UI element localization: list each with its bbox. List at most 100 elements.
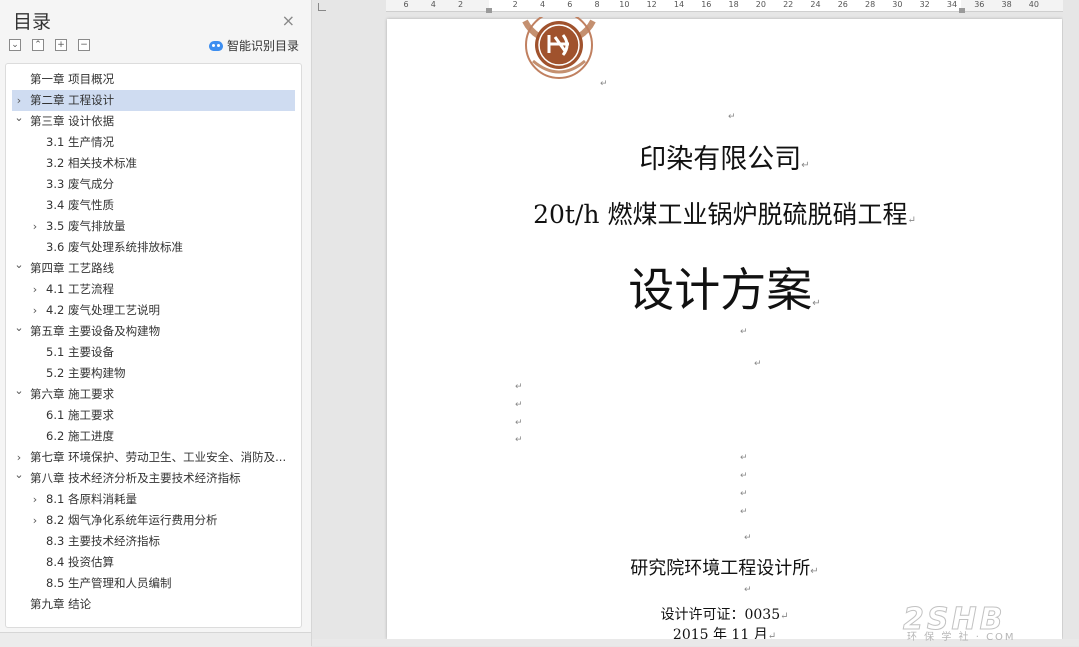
chevron-right-icon[interactable]: › — [30, 216, 40, 237]
toc-item[interactable]: › 第七章 环境保护、劳动卫生、工业安全、消防及... — [12, 447, 295, 468]
toc-item-label: 3.1 生产情况 — [46, 135, 114, 149]
project-title-line: 20t/h 燃煤工业锅炉脱硫脱硝工程↵ — [387, 195, 1062, 231]
ruler-tick-label: 2 — [458, 0, 464, 9]
license-number: 设计许可证：0035 — [660, 607, 781, 623]
toc-item-label: 第三章 设计依据 — [30, 114, 115, 128]
toc-item-label: 8.5 生产管理和人员编制 — [46, 576, 172, 590]
company-name-line: 印染有限公司↵ — [387, 137, 1062, 176]
paragraph-mark: ↵ — [744, 585, 752, 595]
ruler-tick-label: 14 — [673, 0, 685, 9]
toc-item-label: 3.6 废气处理系统排放标准 — [46, 240, 183, 254]
ruler-tick-label: 36 — [974, 0, 985, 9]
smart-recognize-icon — [208, 40, 223, 51]
toc-item[interactable]: 3.3 废气成分 — [12, 174, 295, 195]
paragraph-mark: ↵ — [780, 611, 789, 622]
ruler-text-area — [489, 0, 961, 11]
toc-item[interactable]: 8.5 生产管理和人员编制 — [12, 573, 295, 594]
ruler-tick-label: 22 — [783, 0, 794, 9]
toc-item[interactable]: 6.1 施工要求 — [12, 405, 295, 426]
toc-item[interactable]: › 8.1 各原料消耗量 — [12, 489, 295, 510]
ruler-tick-label: 28 — [865, 0, 876, 9]
toc-item[interactable]: ⌄ 第四章 工艺路线 — [12, 258, 295, 279]
chevron-down-icon[interactable]: ⌄ — [14, 111, 24, 128]
toc-item-label: 3.2 相关技术标准 — [46, 156, 137, 170]
toc-item[interactable]: 3.1 生产情况 — [12, 132, 295, 153]
collapse-all-icon[interactable]: ⌄ — [9, 39, 21, 51]
toc-title: 目录 — [13, 11, 52, 33]
paragraph-mark: ↵ — [740, 507, 748, 517]
paragraph-mark: ↵ — [740, 471, 748, 481]
chevron-right-icon[interactable]: › — [30, 279, 40, 300]
toc-item[interactable]: 3.4 废气性质 — [12, 195, 295, 216]
toc-item-label: 8.2 烟气净化系统年运行费用分析 — [46, 513, 218, 527]
toc-item[interactable]: 第九章 结论 — [12, 594, 295, 615]
right-indent-marker[interactable] — [959, 8, 965, 13]
chevron-down-icon[interactable]: ⌄ — [14, 468, 24, 485]
toc-item[interactable]: 5.2 主要构建物 — [12, 363, 295, 384]
paragraph-mark: ↵ — [515, 418, 523, 428]
toc-item[interactable]: › 4.1 工艺流程 — [12, 279, 295, 300]
paragraph-mark: ↵ — [812, 298, 821, 309]
chevron-right-icon[interactable]: › — [30, 510, 40, 531]
remove-heading-icon[interactable]: − — [78, 39, 90, 51]
toc-item-label: 8.4 投资估算 — [46, 555, 114, 569]
toc-item[interactable]: 3.2 相关技术标准 — [12, 153, 295, 174]
toc-item[interactable]: 第一章 项目概况 — [12, 69, 295, 90]
ruler-tick-label: 4 — [430, 0, 436, 9]
ruler-tick-label: 26 — [837, 0, 848, 9]
ruler-tick-label: 34 — [946, 0, 958, 9]
chevron-down-icon[interactable]: ⌄ — [14, 384, 24, 401]
toc-item[interactable]: ⌄ 第三章 设计依据 — [12, 111, 295, 132]
smart-toc-button[interactable]: 智能识别目录 — [208, 37, 299, 54]
ruler-tick-label: 2 — [512, 0, 518, 9]
left-indent-marker[interactable] — [486, 8, 492, 13]
chevron-down-icon[interactable]: ⌄ — [14, 258, 24, 275]
toc-item-label: 第六章 施工要求 — [30, 387, 115, 401]
toc-item[interactable]: › 8.2 烟气净化系统年运行费用分析 — [12, 510, 295, 531]
toc-toolbar: ⌄ ⌃ + − — [9, 39, 101, 53]
toc-list: 第一章 项目概况 › 第二章 工程设计 ⌄ 第三章 设计依据 3.1 生产情况 3.2 相关… — [5, 63, 302, 628]
ruler-tick-label: 12 — [646, 0, 657, 9]
toc-scrollbar[interactable] — [0, 632, 311, 647]
paragraph-mark: ↵ — [810, 566, 819, 577]
university-seal-icon — [522, 17, 596, 79]
document-page[interactable]: ↵ ↵ 印染有限公司↵ 20t/h 燃煤工业锅炉脱硫脱硝工程↵ 设计方案↵ ↵ … — [387, 17, 1062, 643]
toc-item-label: 第七章 环境保护、劳动卫生、工业安全、消防及... — [30, 450, 287, 464]
toc-item[interactable]: 8.4 投资估算 — [12, 552, 295, 573]
toc-item-label: 6.2 施工进度 — [46, 429, 114, 443]
vertical-scroll-strip[interactable] — [1063, 0, 1079, 646]
chevron-down-icon[interactable]: ⌄ — [14, 321, 24, 338]
toc-item[interactable]: › 3.5 废气排放量 — [12, 216, 295, 237]
toc-item[interactable]: 3.6 废气处理系统排放标准 — [12, 237, 295, 258]
chevron-right-icon[interactable]: › — [14, 90, 24, 111]
toc-item[interactable]: ⌄ 第五章 主要设备及构建物 — [12, 321, 295, 342]
toc-item[interactable]: 8.3 主要技术经济指标 — [12, 531, 295, 552]
paragraph-mark: ↵ — [515, 382, 523, 392]
toc-item[interactable]: › 第二章 工程设计 — [12, 90, 295, 111]
toc-item[interactable]: › 4.2 废气处理工艺说明 — [12, 300, 295, 321]
close-icon[interactable]: × — [282, 11, 295, 30]
toc-item-label: 4.2 废气处理工艺说明 — [46, 303, 160, 317]
toc-item[interactable]: ⌄ 第八章 技术经济分析及主要技术经济指标 — [12, 468, 295, 489]
ruler-tick-label: 40 — [1028, 0, 1039, 9]
add-heading-icon[interactable]: + — [55, 39, 67, 51]
toc-item-label: 3.5 废气排放量 — [46, 219, 126, 233]
ruler-tick-label: 32 — [919, 0, 930, 9]
toc-item[interactable]: 6.2 施工进度 — [12, 426, 295, 447]
toc-item[interactable]: ⌄ 第六章 施工要求 — [12, 384, 295, 405]
project-title: 20t/h 燃煤工业锅炉脱硫脱硝工程 — [533, 200, 908, 229]
chevron-right-icon[interactable]: › — [30, 300, 40, 321]
chevron-right-icon[interactable]: › — [30, 489, 40, 510]
expand-all-icon[interactable]: ⌃ — [32, 39, 44, 51]
toc-item-label: 第五章 主要设备及构建物 — [30, 324, 161, 338]
ruler-tick-label: 10 — [619, 0, 630, 9]
toc-item-label: 第二章 工程设计 — [30, 93, 115, 107]
ruler-tick-label: 4 — [539, 0, 546, 9]
ruler-tick-label: 16 — [701, 0, 712, 9]
ruler-tick-label: 30 — [892, 0, 903, 9]
horizontal-ruler[interactable]: 6 4 2 2 4 6 8 10 12 14 16 18 20 22 24 26 28 30 32 34 36 38 40 — [386, 0, 1063, 13]
company-name: 印染有限公司 — [639, 144, 802, 175]
toc-item[interactable]: 5.1 主要设备 — [12, 342, 295, 363]
chevron-right-icon[interactable]: › — [14, 447, 24, 468]
paragraph-mark: ↵ — [801, 160, 810, 171]
